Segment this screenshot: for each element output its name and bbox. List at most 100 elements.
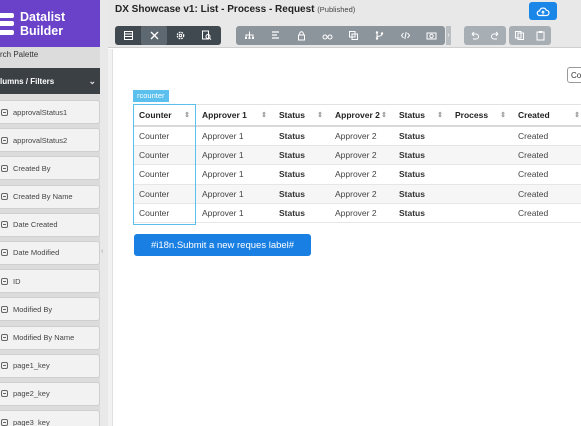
copy-icon — [348, 31, 358, 40]
table-row[interactable]: Counter Approver 1 Status Approver 2 Status C… — [133, 165, 581, 185]
palette-field-item[interactable]: approvalStatus1 — [0, 100, 100, 124]
sort-icon[interactable]: ⇕ — [574, 111, 580, 119]
sort-icon[interactable]: ⇕ — [261, 111, 267, 119]
table-row[interactable]: Counter Approver 1 Status Approver 2 Status C… — [133, 146, 581, 166]
sort-icon[interactable]: ⇕ — [500, 111, 506, 119]
field-type-icon — [1, 362, 8, 370]
duplicate-button[interactable] — [509, 26, 530, 45]
list-view-button[interactable] — [115, 26, 141, 45]
field-type-icon — [1, 334, 8, 341]
page-title: DX Showcase v1: List - Process - Request… — [115, 4, 355, 15]
table-cell: Status — [279, 169, 305, 180]
redo-button[interactable] — [485, 26, 506, 45]
publish-button[interactable] — [529, 2, 557, 20]
table-cell: Created — [518, 131, 549, 142]
sort-icon[interactable]: ⇕ — [317, 111, 323, 119]
palette-field-item[interactable]: Date Modified — [0, 240, 100, 265]
code-icon — [400, 31, 410, 40]
column-header[interactable]: Status ⇕ — [393, 105, 449, 125]
field-type-icon — [1, 108, 8, 116]
toolbar-group-history — [464, 26, 506, 45]
table-cell: Status — [399, 169, 425, 180]
table-cell: Status — [399, 131, 425, 142]
sitemap-button[interactable] — [236, 26, 262, 45]
paste-icon — [536, 31, 545, 41]
lock-icon — [297, 31, 305, 41]
binoculars-button[interactable] — [314, 26, 340, 45]
palette-field-label: page3_key — [13, 417, 50, 426]
field-type-icon — [1, 164, 8, 172]
palette-field-item[interactable]: Modified By — [0, 297, 100, 322]
palette-field-item[interactable]: page2_key — [0, 381, 100, 406]
tools-button[interactable] — [141, 26, 167, 45]
table-header-row: Counter ⇕ Approver 1 ⇕ Status ⇕ Approver 2 ⇕ Sta… — [133, 105, 581, 127]
columns-filters-header[interactable]: lumns / Filters ⌄ — [0, 68, 106, 94]
branch-button[interactable] — [366, 26, 392, 45]
field-type-icon — [1, 221, 8, 229]
table-row[interactable]: Counter Approver 1 Status Approver 2 Status C… — [133, 184, 581, 204]
toolbar-group-views — [115, 26, 221, 45]
palette-field-item[interactable]: ID — [0, 269, 100, 294]
table-cell: Approver 1 — [202, 131, 244, 142]
preview-button[interactable] — [193, 26, 219, 45]
column-header[interactable]: Created ⇕ — [512, 105, 581, 125]
table-cell: Status — [279, 150, 305, 161]
table-cell: Created — [518, 150, 549, 161]
search-palette-label[interactable]: rch Palette — [0, 50, 38, 66]
palette-field-item[interactable]: Modified By Name — [0, 325, 100, 350]
align-button[interactable] — [262, 26, 288, 45]
column-header[interactable]: Approver 2 ⇕ — [329, 105, 393, 125]
sort-icon[interactable]: ⇕ — [381, 111, 387, 119]
undo-button[interactable] — [464, 26, 485, 45]
app-window: Datalist Builder rch Palette lumns / Fil… — [0, 0, 581, 426]
table-cell: Counter — [139, 169, 170, 180]
table-cell: Counter — [139, 150, 170, 161]
column-header-label: Process — [455, 110, 489, 120]
palette-field-item[interactable]: Created By — [0, 156, 100, 181]
brand-line-2: Builder — [20, 23, 64, 38]
filter-input[interactable]: Cou — [567, 67, 581, 83]
submit-request-button[interactable]: #i18n.Submit a new reques label# — [134, 234, 311, 256]
toolbar-overflow-icon[interactable]: › — [446, 26, 451, 45]
component-tag[interactable]: rcounter — [133, 90, 169, 102]
palette-field-label: ID — [13, 276, 21, 286]
column-header-label: Created — [518, 110, 550, 120]
canvas-page: Cou rcounter Counter⇕Approver 1⇕Status⇕A… — [112, 49, 581, 426]
table-cell: Status — [279, 131, 305, 142]
screenshot-button[interactable] — [418, 26, 444, 45]
palette-field-item[interactable]: page3_key — [0, 410, 100, 426]
copy-button[interactable] — [340, 26, 366, 45]
branch-icon — [375, 31, 383, 40]
palette-field-item[interactable]: page1_key — [0, 353, 100, 378]
page-title-text: DX Showcase v1: List - Process - Request — [115, 4, 315, 15]
code-button[interactable] — [392, 26, 418, 45]
table-cell — [449, 146, 512, 164]
table-cell: Counter — [139, 131, 170, 142]
sort-icon[interactable]: ⇕ — [437, 111, 443, 119]
palette-field-item[interactable]: approvalStatus2 — [0, 128, 100, 153]
paste-button[interactable] — [530, 26, 551, 45]
table-row[interactable]: Counter Approver 1 Status Approver 2 Status C… — [133, 204, 581, 223]
table-cell: Approver 2 — [335, 188, 377, 199]
palette-field-label: Date Modified — [13, 248, 60, 258]
settings-button[interactable] — [167, 26, 193, 45]
table-cell: Status — [279, 188, 305, 199]
field-type-icon — [1, 249, 8, 257]
column-header[interactable]: Approver 1 ⇕ — [196, 105, 273, 125]
column-header[interactable]: Status ⇕ — [273, 105, 329, 125]
palette-field-item[interactable]: Created By Name — [0, 184, 100, 209]
table-cell: Approver 2 — [335, 207, 377, 218]
column-header-label: Status — [279, 110, 305, 120]
column-header[interactable]: Counter ⇕ — [133, 105, 196, 125]
collapse-arrow-icon[interactable]: ‹ — [101, 248, 103, 255]
align-icon — [271, 31, 279, 39]
sidebar-collapse-handle[interactable]: ‹ — [100, 0, 108, 426]
sort-icon[interactable]: ⇕ — [184, 111, 190, 119]
column-header[interactable]: Process ⇕ — [449, 105, 512, 125]
lock-button[interactable] — [288, 26, 314, 45]
chevron-down-icon[interactable]: ⌄ — [88, 76, 96, 87]
table-cell: Created — [518, 169, 549, 180]
palette-field-item[interactable]: Date Created — [0, 212, 100, 237]
table-row[interactable]: Counter Approver 1 Status Approver 2 Status C… — [133, 127, 581, 147]
table-cell: Status — [399, 150, 425, 161]
